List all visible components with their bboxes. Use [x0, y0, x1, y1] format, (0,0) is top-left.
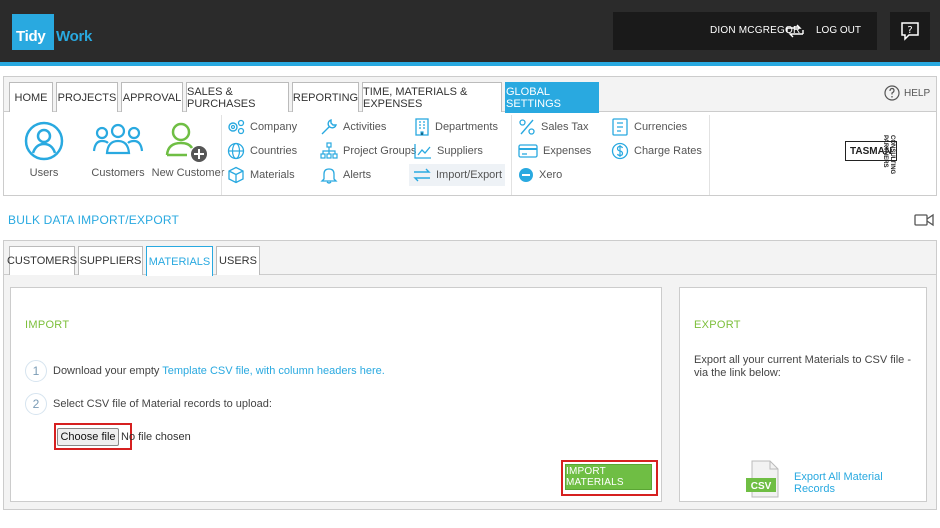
settings-alerts[interactable]: Alerts — [320, 165, 371, 185]
tidywork-logo[interactable]: Tidy Work — [12, 14, 94, 50]
gears-icon — [228, 119, 245, 135]
settings-departments-label: Departments — [435, 121, 498, 133]
settings-charge-rates[interactable]: Charge Rates — [611, 141, 702, 161]
settings-import-export-label: Import/Export — [436, 169, 503, 181]
percent-icon — [519, 119, 535, 135]
settings-countries-label: Countries — [250, 145, 298, 157]
subtab-users[interactable]: USERS — [216, 246, 260, 275]
export-all-materials-link[interactable]: Export All Material Records — [794, 471, 926, 495]
separator — [221, 115, 222, 195]
settings-company[interactable]: Company — [227, 117, 297, 137]
tab-sales-purchases[interactable]: SALES & PURCHASES — [186, 82, 289, 112]
logout-button[interactable]: LOG OUT — [816, 25, 861, 36]
subtab-materials[interactable]: MATERIALS — [146, 246, 213, 276]
separator — [709, 115, 710, 195]
settings-departments[interactable]: Departments — [414, 117, 498, 137]
question-circle-icon — [884, 85, 900, 101]
settings-materials-label: Materials — [250, 169, 295, 181]
export-description: Export all your current Materials to CSV… — [694, 354, 912, 379]
import-materials-button[interactable]: IMPORT MATERIALS — [565, 464, 652, 490]
logout-arrows-icon[interactable] — [785, 22, 805, 40]
import-title: IMPORT — [25, 319, 70, 331]
subtab-line — [4, 274, 936, 275]
settings-suppliers[interactable]: Suppliers — [414, 141, 483, 161]
tab-home[interactable]: HOME — [9, 82, 53, 112]
main-tabs: HOME PROJECTS APPROVAL SALES & PURCHASES… — [4, 77, 936, 113]
separator — [511, 115, 512, 195]
add-customer-icon — [165, 122, 207, 162]
tab-time-materials-expenses[interactable]: TIME, MATERIALS & EXPENSES — [362, 82, 502, 112]
user-circle-icon — [24, 121, 64, 161]
settings-xero-label: Xero — [539, 169, 563, 181]
settings-import-export[interactable]: Import/Export — [409, 164, 505, 186]
tab-projects[interactable]: PROJECTS — [56, 82, 118, 112]
settings-users-label: Users — [29, 167, 59, 179]
logo-word-tidy: Tidy — [16, 28, 46, 45]
export-section: EXPORT Export all your current Materials… — [679, 287, 927, 502]
chart-icon — [414, 144, 431, 159]
video-camera-icon[interactable] — [914, 212, 934, 228]
template-csv-link[interactable]: Template CSV file, with column headers h… — [162, 365, 385, 377]
swap-arrows-icon — [413, 168, 431, 182]
help-button[interactable]: ? — [890, 12, 930, 50]
sitemap-icon — [320, 142, 338, 159]
settings-company-label: Company — [250, 121, 298, 133]
page-title: BULK DATA IMPORT/EXPORT — [8, 213, 180, 227]
step-2-text: Select CSV file of Material records to u… — [53, 398, 272, 410]
settings-currencies-label: Currencies — [634, 121, 688, 133]
csv-file-icon[interactable]: CSV — [746, 460, 780, 498]
customers-group-icon — [92, 123, 144, 155]
main-nav: HOME PROJECTS APPROVAL SALES & PURCHASES… — [3, 76, 937, 196]
help-chat-icon: ? — [901, 22, 919, 41]
accent-line — [0, 62, 940, 66]
settings-alerts-label: Alerts — [343, 169, 372, 181]
settings-activities[interactable]: Activities — [320, 117, 386, 137]
settings-expenses-label: Expenses — [543, 145, 592, 157]
xero-icon — [519, 168, 533, 182]
export-title: EXPORT — [694, 319, 741, 331]
settings-sales-tax-label: Sales Tax — [541, 121, 589, 133]
settings-charge-rates-label: Charge Rates — [634, 145, 702, 157]
settings-xero[interactable]: Xero — [518, 165, 562, 185]
svg-text:?: ? — [907, 25, 912, 36]
tasman-sub: CONSULTING PARTNERS — [882, 135, 895, 175]
step-1-number: 1 — [25, 360, 47, 382]
tab-reporting[interactable]: REPORTING — [292, 82, 359, 112]
settings-countries[interactable]: Countries — [227, 141, 297, 161]
step-2-number: 2 — [25, 393, 47, 415]
tab-global-settings[interactable]: GLOBAL SETTINGS — [505, 82, 599, 113]
bell-icon — [320, 168, 338, 184]
subtab-suppliers[interactable]: SUPPLIERS — [78, 246, 143, 275]
step-1-text: Download your empty Template CSV file, w… — [53, 365, 385, 377]
choose-file-button[interactable]: Choose file — [57, 428, 119, 446]
settings-expenses[interactable]: Expenses — [518, 141, 591, 161]
top-bar: Tidy Work DION MCGREGOR LOG OUT ? — [0, 0, 940, 62]
tab-approval[interactable]: APPROVAL — [121, 82, 183, 112]
cube-icon — [228, 166, 244, 184]
settings-activities-label: Activities — [343, 121, 387, 133]
import-section: IMPORT 1 Download your empty Template CS… — [10, 287, 662, 502]
settings-currencies[interactable]: Currencies — [611, 117, 687, 137]
credit-card-icon — [518, 144, 538, 158]
settings-sales-tax[interactable]: Sales Tax — [518, 117, 589, 137]
help-link[interactable]: HELP — [884, 85, 930, 101]
subtab-customers[interactable]: CUSTOMERS — [7, 246, 77, 275]
settings-project-groups-label: Project Groups — [343, 145, 417, 157]
logo-word-work: Work — [56, 28, 93, 45]
no-file-chosen: No file chosen — [121, 431, 191, 443]
globe-icon — [227, 142, 245, 160]
settings-materials[interactable]: Materials — [227, 165, 295, 185]
user-box: DION MCGREGOR LOG OUT — [613, 12, 877, 50]
settings-project-groups[interactable]: Project Groups — [320, 141, 416, 161]
building-icon — [415, 118, 429, 136]
dollar-circle-icon — [611, 142, 629, 160]
wrench-icon — [321, 119, 337, 135]
currency-icon — [612, 118, 628, 136]
help-label: HELP — [904, 87, 931, 99]
settings-new-customer-label: New Customer — [151, 167, 225, 179]
svg-text:CSV: CSV — [751, 481, 772, 492]
settings-suppliers-label: Suppliers — [437, 145, 483, 157]
